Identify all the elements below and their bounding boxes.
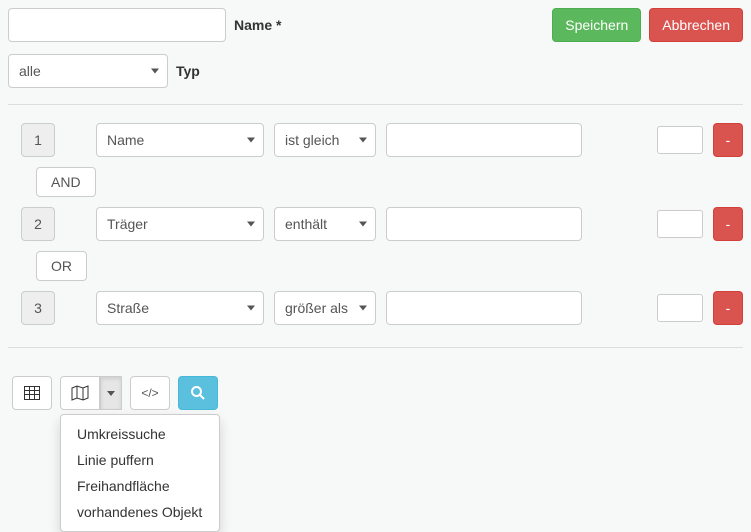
chevron-down-icon [247, 222, 255, 227]
save-button[interactable]: Speichern [552, 8, 641, 42]
type-select[interactable]: alle [8, 54, 168, 88]
chevron-down-icon [359, 306, 367, 311]
rule-row: 2 Träger enthält - [8, 207, 743, 241]
rule-color[interactable] [657, 126, 703, 154]
type-selected: alle [19, 63, 41, 79]
remove-rule-button[interactable]: - [713, 123, 743, 157]
boolean-operator-button[interactable]: OR [36, 251, 87, 281]
boolean-operator-button[interactable]: AND [36, 167, 96, 197]
rule-field-select[interactable]: Straße [96, 291, 264, 325]
rule-field-select[interactable]: Name [96, 123, 264, 157]
rule-value-input[interactable] [386, 207, 582, 241]
rule-row: 1 Name ist gleich - [8, 123, 743, 157]
divider [8, 104, 743, 105]
rule-operator-select[interactable]: größer als [274, 291, 376, 325]
dropdown-item-buffer[interactable]: Linie puffern [61, 447, 219, 473]
map-icon [71, 385, 89, 401]
chevron-down-icon [359, 138, 367, 143]
table-icon [24, 385, 40, 401]
type-label: Typ [176, 63, 200, 79]
dropdown-item-freehand[interactable]: Freihandfläche [61, 473, 219, 499]
spatial-search-dropdown: Umkreissuche Linie puffern Freihandfläch… [60, 414, 220, 532]
search-button[interactable] [178, 376, 218, 410]
dropdown-item-radius[interactable]: Umkreissuche [61, 421, 219, 447]
dropdown-item-existing[interactable]: vorhandenes Objekt [61, 499, 219, 525]
rule-color[interactable] [657, 294, 703, 322]
rule-color[interactable] [657, 210, 703, 238]
rule-number: 1 [21, 123, 55, 157]
name-input[interactable] [8, 8, 226, 42]
rule-number: 3 [21, 291, 55, 325]
code-view-button[interactable]: </> [130, 376, 170, 410]
remove-rule-button[interactable]: - [713, 207, 743, 241]
remove-rule-button[interactable]: - [713, 291, 743, 325]
rules-section: 1 Name ist gleich - AND 2 Träger enthält [8, 123, 743, 325]
chevron-down-icon [247, 306, 255, 311]
chevron-down-icon [151, 69, 159, 74]
rule-value-input[interactable] [386, 123, 582, 157]
rule-value-input[interactable] [386, 291, 582, 325]
chevron-down-icon [247, 138, 255, 143]
chevron-down-icon [107, 391, 115, 396]
cancel-button[interactable]: Abbrechen [649, 8, 743, 42]
table-view-button[interactable] [12, 376, 52, 410]
map-view-button[interactable] [60, 376, 100, 410]
rule-operator-select[interactable]: ist gleich [274, 123, 376, 157]
result-toolbar: Umkreissuche Linie puffern Freihandfläch… [12, 376, 743, 410]
rule-number: 2 [21, 207, 55, 241]
chevron-down-icon [359, 222, 367, 227]
map-dropdown-toggle[interactable] [100, 376, 122, 410]
divider [8, 347, 743, 348]
name-label: Name * [234, 17, 281, 33]
rule-row: 3 Straße größer als - [8, 291, 743, 325]
search-icon [190, 385, 206, 401]
rule-operator-select[interactable]: enthält [274, 207, 376, 241]
code-icon: </> [141, 386, 158, 400]
rule-field-select[interactable]: Träger [96, 207, 264, 241]
